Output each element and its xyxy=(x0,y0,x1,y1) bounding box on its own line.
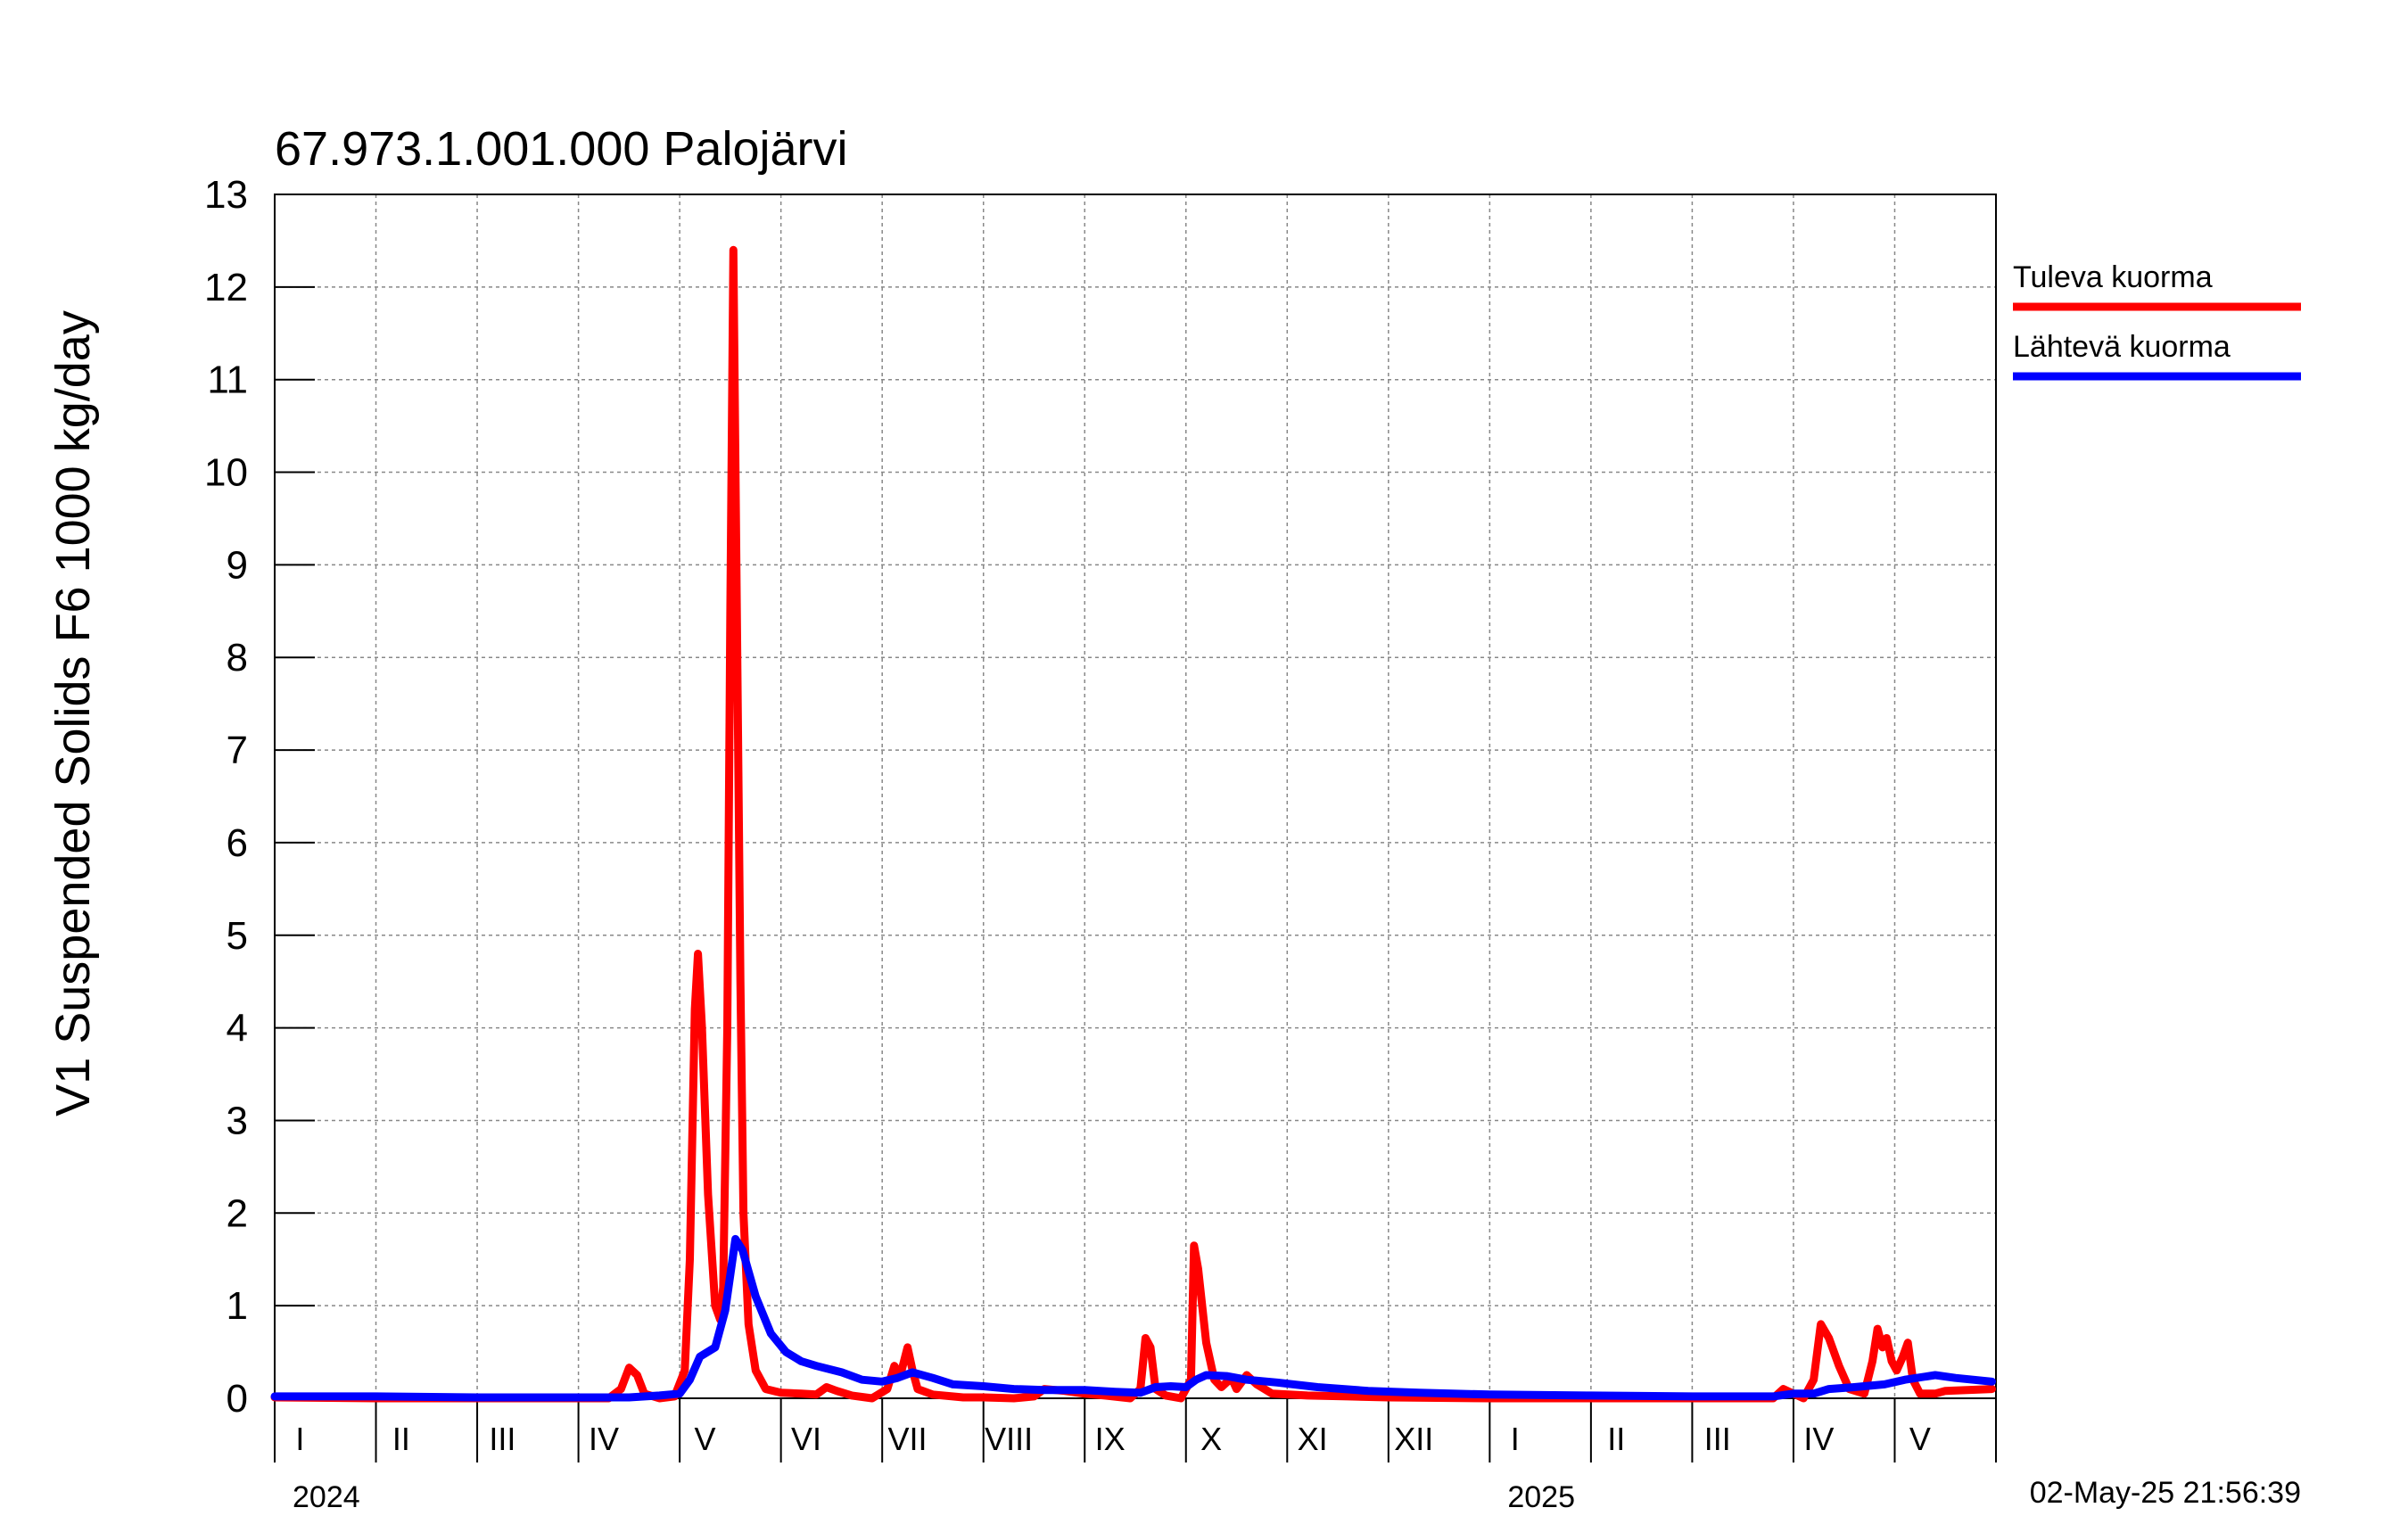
y-tick-label: 11 xyxy=(207,358,248,402)
y-tick-label: 9 xyxy=(227,543,248,587)
grid xyxy=(275,194,1996,1398)
x-tick-label: VII xyxy=(888,1421,928,1457)
x-tick-label: III xyxy=(1704,1421,1731,1457)
y-tick-label: 7 xyxy=(227,729,248,772)
timestamp: 02-May-25 21:56:39 xyxy=(2030,1476,2301,1510)
x-tick-label: XI xyxy=(1298,1421,1328,1457)
x-tick-label: V xyxy=(694,1421,715,1457)
x-tick-label: III xyxy=(489,1421,515,1457)
x-tick-label: IV xyxy=(589,1421,619,1457)
chart-title: 67.973.1.001.000 Palojärvi xyxy=(275,122,848,176)
x-tick-label: X xyxy=(1200,1421,1222,1457)
x-tick-label: V xyxy=(1909,1421,1931,1457)
legend: Tuleva kuorma Lähtevä kuorma xyxy=(2013,260,2301,381)
y-tick-label: 12 xyxy=(204,266,248,309)
y-tick-label: 2 xyxy=(227,1191,248,1235)
y-tick-label: 1 xyxy=(227,1284,248,1328)
x-tick-label: VI xyxy=(791,1421,821,1457)
x-tick-label: XII xyxy=(1394,1421,1433,1457)
series-lines xyxy=(270,245,1996,1403)
x-tick-label: VIII xyxy=(985,1421,1033,1457)
axes: 012345678910111213I II III IV V VI VII VIII IX X X… xyxy=(204,173,1997,1514)
year-label: 2024 xyxy=(293,1480,360,1514)
x-tick-label: I xyxy=(295,1421,304,1457)
x-tick-label: IX xyxy=(1095,1421,1126,1457)
plot-frame xyxy=(274,194,1997,1399)
legend-label: Tuleva kuorma xyxy=(2013,260,2213,294)
y-tick-label: 13 xyxy=(204,173,248,217)
year-label: 2025 xyxy=(1507,1480,1575,1514)
legend-label: Lähtevä kuorma xyxy=(2013,330,2231,364)
x-tick-label: IV xyxy=(1803,1421,1834,1457)
series-line-2 xyxy=(270,1234,1996,1402)
y-tick-label: 3 xyxy=(227,1099,248,1142)
y-tick-label: 0 xyxy=(227,1377,248,1421)
series-line-1 xyxy=(270,245,1996,1403)
y-tick-label: 5 xyxy=(227,914,248,958)
y-tick-label: 10 xyxy=(204,451,248,495)
x-tick-label: I xyxy=(1511,1421,1520,1457)
y-tick-label: 4 xyxy=(227,1007,248,1050)
y-tick-label: 6 xyxy=(227,821,248,865)
x-tick-label: II xyxy=(392,1421,410,1457)
x-tick-label: II xyxy=(1607,1421,1625,1457)
y-tick-label: 8 xyxy=(227,636,248,680)
y-axis-title: V1 Suspended Solids F6 1000 kg/day xyxy=(46,310,100,1116)
chart: 67.973.1.001.000 Palojärvi V1 Suspended … xyxy=(46,122,2301,1514)
